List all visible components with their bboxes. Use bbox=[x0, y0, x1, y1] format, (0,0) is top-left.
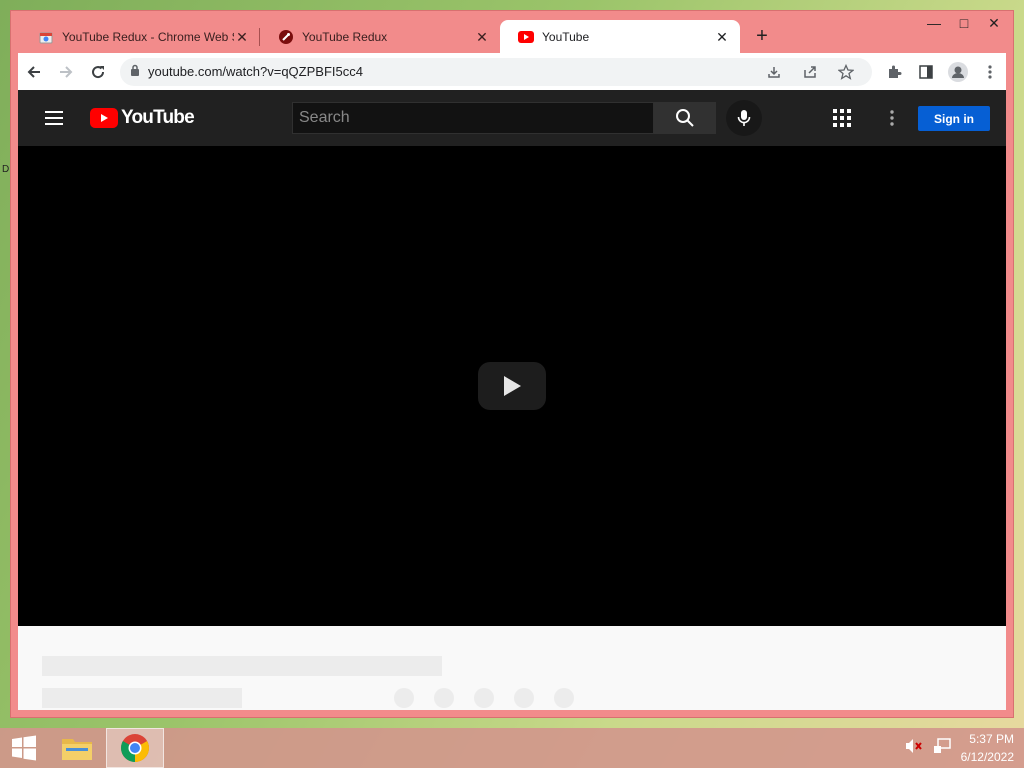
tab-youtube[interactable]: YouTube ✕ bbox=[500, 20, 740, 53]
network-icon[interactable] bbox=[933, 737, 951, 759]
system-tray: 5:37 PM 6/12/2022 bbox=[905, 728, 1014, 768]
tab-title: YouTube Redux - Chrome Web Store bbox=[62, 29, 234, 44]
side-marker: D bbox=[2, 164, 10, 175]
tab-title: YouTube bbox=[542, 29, 590, 44]
video-info-placeholder bbox=[18, 626, 1006, 710]
search-input[interactable] bbox=[299, 109, 647, 127]
taskbar: 5:37 PM 6/12/2022 bbox=[0, 728, 1024, 768]
tab-title: YouTube Redux bbox=[302, 29, 388, 44]
windows-logo-icon bbox=[12, 735, 36, 761]
address-bar[interactable]: youtube.com/watch?v=qQZPBFI5cc4 bbox=[120, 56, 872, 88]
muted-speaker-icon[interactable] bbox=[905, 738, 923, 759]
browser-toolbar: youtube.com/watch?v=qQZPBFI5cc4 bbox=[18, 53, 1006, 90]
logo-text: YouTube bbox=[121, 107, 195, 128]
action-skeleton bbox=[554, 688, 574, 708]
close-tab-icon[interactable]: ✕ bbox=[234, 29, 250, 45]
search-box bbox=[292, 102, 654, 134]
youtube-icon bbox=[518, 29, 534, 45]
chrome-icon bbox=[121, 734, 149, 762]
forward-button[interactable] bbox=[50, 56, 82, 88]
file-explorer-button[interactable] bbox=[48, 728, 106, 768]
chrome-taskbar-button[interactable] bbox=[106, 728, 164, 768]
clock[interactable]: 5:37 PM 6/12/2022 bbox=[961, 730, 1014, 766]
clock-date: 6/12/2022 bbox=[960, 750, 1014, 764]
chrome-web-store-icon bbox=[38, 29, 54, 45]
extensions-icon[interactable] bbox=[878, 56, 910, 88]
voice-search-button[interactable] bbox=[726, 100, 762, 136]
browser-menu-icon[interactable] bbox=[974, 56, 1006, 88]
profile-avatar-icon[interactable] bbox=[942, 56, 974, 88]
youtube-play-logo-icon bbox=[90, 108, 118, 128]
clock-time: 5:37 PM bbox=[969, 732, 1014, 746]
video-player[interactable] bbox=[18, 146, 1006, 626]
youtube-logo[interactable]: YouTube bbox=[90, 107, 195, 129]
more-options-icon[interactable] bbox=[880, 106, 904, 130]
search-icon bbox=[676, 109, 694, 127]
action-skeleton bbox=[514, 688, 534, 708]
tab-youtube-redux[interactable]: YouTube Redux ✕ bbox=[260, 20, 500, 53]
omnibox-actions bbox=[758, 56, 862, 88]
reload-button[interactable] bbox=[82, 56, 114, 88]
close-tab-icon[interactable]: ✕ bbox=[714, 29, 730, 45]
sign-in-button[interactable]: Sign in bbox=[918, 106, 990, 131]
tab-chrome-web-store[interactable]: YouTube Redux - Chrome Web Store ✕ bbox=[20, 20, 260, 53]
apps-grid-icon[interactable] bbox=[830, 106, 854, 130]
new-tab-button[interactable]: + bbox=[748, 22, 776, 50]
youtube-redux-icon bbox=[278, 29, 294, 45]
lock-icon bbox=[130, 63, 140, 81]
youtube-header: YouTube Sign in bbox=[18, 90, 1006, 146]
folder-icon bbox=[62, 739, 92, 760]
install-icon[interactable] bbox=[758, 56, 790, 88]
action-skeleton bbox=[394, 688, 414, 708]
close-tab-icon[interactable]: ✕ bbox=[474, 29, 490, 45]
back-button[interactable] bbox=[18, 56, 50, 88]
action-skeleton bbox=[434, 688, 454, 708]
youtube-page: YouTube Sign in bbox=[18, 90, 1006, 710]
action-skeleton bbox=[474, 688, 494, 708]
microphone-icon bbox=[737, 110, 751, 126]
large-play-button[interactable] bbox=[478, 362, 546, 410]
play-icon bbox=[504, 376, 521, 396]
search-button[interactable] bbox=[654, 102, 716, 134]
share-icon[interactable] bbox=[794, 56, 826, 88]
windows-start-button[interactable] bbox=[0, 728, 48, 768]
title-skeleton bbox=[42, 656, 442, 676]
channel-skeleton bbox=[42, 688, 242, 708]
tab-strip: YouTube Redux - Chrome Web Store ✕ YouTu… bbox=[20, 20, 1024, 53]
side-panel-icon[interactable] bbox=[910, 56, 942, 88]
url-text: youtube.com/watch?v=qQZPBFI5cc4 bbox=[148, 64, 363, 79]
menu-icon[interactable] bbox=[34, 98, 74, 138]
bookmark-star-icon[interactable] bbox=[830, 56, 862, 88]
